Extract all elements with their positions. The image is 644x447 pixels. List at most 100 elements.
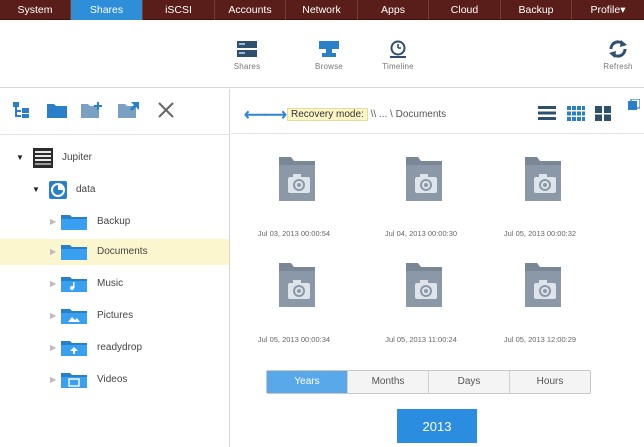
close-icon: [158, 102, 174, 118]
tree-item-label: Videos: [97, 374, 128, 385]
tab-apps[interactable]: Apps: [358, 0, 429, 20]
recovery-mode-badge: Recovery mode:: [287, 108, 368, 121]
tree-item-label: readydrop: [97, 342, 143, 353]
browse-icon: [319, 41, 339, 57]
tab-network[interactable]: Network: [286, 0, 358, 20]
snapshot-timestamp: Jul 05, 2013 12:00:29: [503, 335, 577, 344]
timeline-icon: [390, 40, 406, 58]
tree-item-videos[interactable]: ▶ Videos: [0, 367, 229, 393]
caret-down-icon[interactable]: ▼: [16, 145, 24, 171]
share-folder-icon: [61, 245, 87, 260]
share-folder-icon: [61, 215, 87, 230]
videos-folder-icon: [61, 373, 87, 388]
sub-toolbar: Shares Browse Timeline Refresh: [0, 20, 644, 88]
top-nav: System Shares iSCSI Accounts Network App…: [0, 0, 644, 20]
tree-item-readydrop[interactable]: ▶ readydrop: [0, 335, 229, 361]
caret-right-icon[interactable]: ▶: [50, 303, 56, 329]
caret-down-icon[interactable]: ▼: [32, 177, 40, 203]
breadcrumb: Recovery mode: \\ ... \ Documents: [287, 105, 446, 124]
tree-volume-label: data: [76, 184, 96, 195]
upload-button[interactable]: [80, 101, 104, 122]
timescale-hours[interactable]: Hours: [510, 371, 590, 393]
timescale-days[interactable]: Days: [429, 371, 510, 393]
refresh-button[interactable]: Refresh: [592, 40, 644, 71]
shares-icon: [237, 41, 257, 57]
new-folder-button[interactable]: [46, 101, 68, 122]
delete-button[interactable]: [157, 101, 175, 122]
tab-system[interactable]: System: [0, 0, 71, 20]
tab-backup[interactable]: Backup: [501, 0, 572, 20]
snapshot-timestamp: Jul 05, 2013 00:00:34: [257, 335, 331, 344]
folder-move-icon: [118, 102, 139, 118]
caret-right-icon[interactable]: ▶: [50, 367, 56, 393]
tree-item-label: Backup: [97, 216, 131, 227]
year-button[interactable]: 2013 12: [397, 403, 477, 443]
snapshot-item[interactable]: Jul 04, 2013 00:00:30: [366, 143, 476, 253]
snapshot-item[interactable]: Jul 05, 2013 12:00:29: [485, 249, 595, 359]
snapshot-folder-icon: [279, 157, 315, 201]
caret-right-icon[interactable]: ▶: [50, 335, 56, 361]
snapshot-folder-icon: [525, 263, 561, 307]
timescale-months[interactable]: Months: [348, 371, 429, 393]
volume-icon: [49, 181, 67, 199]
year-value: 2013: [422, 419, 452, 434]
forward-arrow-icon[interactable]: ⟶: [264, 105, 287, 125]
pictures-folder-icon: [61, 309, 87, 324]
thumbnail-view-icon[interactable]: [628, 99, 640, 111]
refresh-icon: [609, 40, 627, 58]
snapshot-item[interactable]: Jul 05, 2013 00:00:32: [485, 143, 595, 253]
grid-small-view-icon[interactable]: [567, 106, 585, 121]
tab-profile[interactable]: Profile▾: [572, 0, 644, 20]
left-panel: ▼ Jupiter ▼ data ▶ Backup ▶ Documents ▶ …: [0, 89, 230, 447]
tab-cloud[interactable]: Cloud: [429, 0, 501, 20]
tree-view-button[interactable]: [12, 101, 30, 122]
tree-item-pictures[interactable]: ▶ Pictures: [0, 303, 229, 329]
tree-item-backup[interactable]: ▶ Backup: [0, 209, 229, 235]
caret-right-icon[interactable]: ▶: [50, 209, 56, 235]
snapshot-folder-icon: [406, 263, 442, 307]
timescale-years[interactable]: Years: [267, 371, 348, 393]
year-snapshot-count: 12: [463, 403, 471, 410]
tree-item-music[interactable]: ▶ Music: [0, 271, 229, 297]
year-navigator: 2013 12: [231, 399, 644, 447]
shares-label: Shares: [233, 62, 261, 71]
share-tree: ▼ Jupiter ▼ data ▶ Backup ▶ Documents ▶ …: [0, 134, 230, 388]
snapshot-item[interactable]: Jul 03, 2013 00:00:54: [239, 143, 349, 253]
snapshot-item[interactable]: Jul 05, 2013 11:00:24: [366, 249, 476, 359]
caret-right-icon[interactable]: ▶: [50, 271, 56, 297]
tree-node-volume[interactable]: ▼ data: [0, 177, 229, 203]
tab-shares[interactable]: Shares: [71, 0, 143, 20]
tree-item-label: Pictures: [97, 310, 134, 321]
readydrop-folder-icon: [61, 341, 87, 356]
folder-icon: [47, 104, 67, 118]
timescale-selector: Years Months Days Hours: [266, 370, 591, 394]
tree-item-documents[interactable]: ▶ Documents: [0, 239, 229, 265]
caret-right-icon[interactable]: ▶: [50, 239, 56, 265]
tree-root-label: Jupiter: [62, 152, 93, 163]
timeline-button[interactable]: Timeline: [370, 40, 426, 71]
move-button[interactable]: [117, 101, 141, 122]
list-view-icon[interactable]: [538, 106, 556, 120]
tab-accounts[interactable]: Accounts: [215, 0, 286, 20]
grid-large-view-icon[interactable]: [595, 106, 611, 121]
shares-button[interactable]: Shares: [219, 40, 275, 71]
snapshot-item[interactable]: Jul 05, 2013 00:00:34: [239, 249, 349, 359]
right-panel: ⟵ ⟶ Recovery mode: \\ ... \ Documents Ju…: [231, 89, 644, 447]
browse-toolbar: ⟵ ⟶ Recovery mode: \\ ... \ Documents: [231, 89, 644, 134]
snapshot-folder-icon: [279, 263, 315, 307]
browse-label: Browse: [315, 62, 343, 71]
tree-node-root[interactable]: ▼ Jupiter: [0, 145, 229, 171]
path-location: \\ ... \ Documents: [370, 109, 447, 120]
browse-button[interactable]: Browse: [301, 40, 357, 71]
snapshot-timestamp: Jul 05, 2013 00:00:32: [503, 229, 577, 238]
snapshot-folder-icon: [406, 157, 442, 201]
tree-item-label: Music: [97, 278, 124, 289]
snapshot-timestamp: Jul 05, 2013 11:00:24: [385, 335, 457, 344]
timeline-label: Timeline: [382, 62, 414, 71]
snapshot-timestamp: Jul 03, 2013 00:00:54: [257, 229, 331, 238]
tree-view-icon: [13, 102, 29, 118]
nas-device-icon: [33, 148, 53, 168]
tab-iscsi[interactable]: iSCSI: [143, 0, 215, 20]
refresh-label: Refresh: [603, 62, 633, 71]
folder-add-icon: [81, 102, 102, 118]
